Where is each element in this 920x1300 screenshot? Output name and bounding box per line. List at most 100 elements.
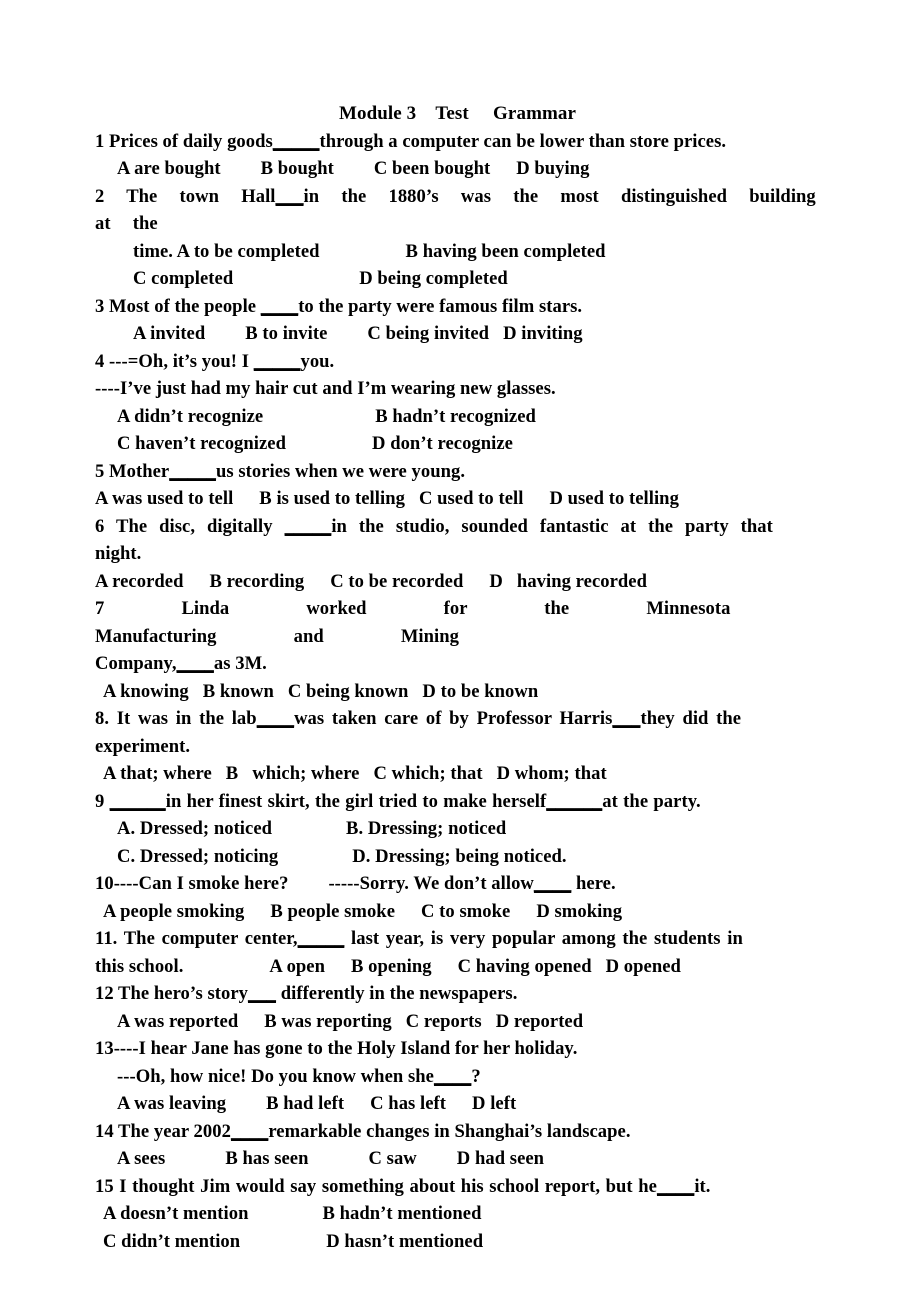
q9-option-d: D. Dressing; being noticed. bbox=[352, 845, 567, 867]
q11-stem-line2: this school. bbox=[95, 955, 184, 977]
q2-stem-line2: time. A to be completed bbox=[133, 240, 320, 262]
question-8-stem-line-2: experiment. bbox=[95, 735, 191, 757]
q14-blank: ____ bbox=[230, 1120, 269, 1142]
q3-option-b: B to invite bbox=[245, 323, 328, 344]
q5-option-b: B is used to telling bbox=[259, 488, 405, 509]
q1-stem-after: through a computer can be lower than sto… bbox=[319, 130, 727, 152]
question-15-options-line-2: C didn’t mention D hasn’t mentioned bbox=[95, 1228, 820, 1256]
q14-option-d: D had seen bbox=[456, 1148, 545, 1169]
question-4-options-line-2: C haven’t recognized D don’t recognize bbox=[95, 430, 820, 458]
q8-blank-2: ___ bbox=[612, 708, 641, 729]
question-7-options: A knowing B known C being known D to be kno… bbox=[95, 678, 820, 706]
q11-option-a: A open bbox=[269, 955, 326, 977]
q10-stem-before: 10----Can I smoke here? bbox=[95, 873, 289, 894]
q7-blank: ____ bbox=[176, 653, 214, 674]
question-13-options: A was leaving B had left C has left D left bbox=[95, 1090, 820, 1118]
q13-option-b: B had left bbox=[266, 1093, 345, 1114]
q13-blank: ____ bbox=[433, 1065, 472, 1087]
q8-stem-after: they did the bbox=[640, 708, 742, 729]
q1-option-b: B bought bbox=[260, 158, 334, 179]
question-9-options-line-1: A. Dressed; noticed B. Dressing; noticed bbox=[95, 815, 820, 843]
question-14-stem: 14 The year 2002____remarkable changes i… bbox=[95, 1118, 820, 1146]
q6-option-b: B recording bbox=[209, 570, 305, 592]
question-15-options-line-1: A doesn’t mention B hadn’t mentioned bbox=[95, 1200, 820, 1228]
q4-option-d: D don’t recognize bbox=[372, 433, 513, 454]
question-2-options-line-2: C completed D being completed bbox=[95, 265, 820, 293]
q9-option-c: C. Dressed; noticing bbox=[117, 845, 279, 867]
question-9-options-line-2: C. Dressed; noticing D. Dressing; being n… bbox=[95, 843, 820, 871]
q11-stem-before: 11. The computer center, bbox=[95, 928, 298, 949]
question-11-stem-line-2: this school. A open B opening C having open… bbox=[95, 953, 820, 981]
q7-option-a: A knowing bbox=[103, 680, 189, 702]
question-14-options: A sees B has seen C saw D had seen bbox=[95, 1145, 820, 1173]
question-1-stem: 1 Prices of daily goods_____through a co… bbox=[95, 128, 820, 156]
q3-stem-after: to the party were famous film stars. bbox=[298, 295, 583, 317]
q7-stem-before: Company, bbox=[95, 653, 177, 674]
q9-stem-before: 9 bbox=[95, 790, 110, 812]
question-3-options: A invited B to invite C being invited D inv… bbox=[95, 320, 820, 348]
q6-option-a: A recorded bbox=[95, 570, 184, 592]
q3-option-a: A invited bbox=[133, 323, 206, 344]
question-10-stem: 10----Can I smoke here? -----Sorry. We do… bbox=[95, 870, 820, 898]
q4-option-b: B hadn’t recognized bbox=[375, 405, 536, 427]
q15-option-b: B hadn’t mentioned bbox=[322, 1203, 482, 1224]
question-5-options: A was used to tell B is used to telling C … bbox=[95, 485, 820, 513]
q15-stem-after: it. bbox=[694, 1175, 711, 1197]
q1-option-a: A are bought bbox=[117, 158, 221, 179]
q1-blank: _____ bbox=[272, 130, 320, 152]
q5-blank: _____ bbox=[169, 460, 216, 482]
question-2-stem-line-2: time. A to be completed B having been com… bbox=[95, 238, 820, 266]
page-title: Module 3 Test Grammar bbox=[338, 103, 577, 124]
question-6-options: A recorded B recording C to be recorded D h… bbox=[95, 568, 820, 596]
q1-option-d: D buying bbox=[516, 158, 590, 179]
q4-blank: _____ bbox=[253, 350, 301, 372]
q13-option-d: D left bbox=[472, 1093, 517, 1114]
q13-option-c: C has left bbox=[370, 1093, 447, 1114]
q1-stem-before: 1 Prices of daily goods bbox=[95, 130, 273, 152]
question-4-stem-line-1: 4 ---=Oh, it’s you! I _____you. bbox=[95, 348, 820, 376]
q8-option-d: D whom; that bbox=[496, 763, 607, 784]
q4-stem-before: 4 ---=Oh, it’s you! I bbox=[95, 350, 254, 372]
q4-option-c: C haven’t recognized bbox=[117, 433, 287, 454]
q11-option-b: B opening bbox=[351, 955, 432, 977]
q12-option-a: A was reported bbox=[117, 1010, 239, 1032]
q13-stem-after: ? bbox=[471, 1065, 481, 1087]
q3-blank: ____ bbox=[260, 295, 299, 317]
question-13-stem-line-1: 13----I hear Jane has gone to the Holy I… bbox=[95, 1038, 578, 1059]
q3-stem-before: 3 Most of the people bbox=[95, 295, 261, 317]
q13-option-a: A was leaving bbox=[117, 1093, 227, 1114]
question-15-stem: 15 I thought Jim would say something abo… bbox=[95, 1173, 820, 1201]
q14-option-b: B has seen bbox=[225, 1148, 309, 1169]
q2-option-b: B having been completed bbox=[405, 240, 606, 262]
q15-blank: ____ bbox=[656, 1175, 695, 1197]
q14-option-a: A sees bbox=[117, 1148, 166, 1169]
q2-option-c: C completed bbox=[133, 268, 234, 289]
q8-option-b: B which; where bbox=[225, 763, 360, 784]
q6-stem-after: in the studio, sounded fantastic at the … bbox=[331, 515, 773, 537]
q9-option-a: A. Dressed; noticed bbox=[117, 818, 273, 839]
q2-blank: ___ bbox=[275, 185, 304, 207]
q7-option-b: B known bbox=[202, 680, 274, 702]
q3-option-c: C being invited bbox=[367, 323, 490, 344]
q12-blank: ___ bbox=[247, 983, 277, 1004]
question-12-stem: 12 The hero’s story___ differently in th… bbox=[95, 980, 820, 1008]
q5-stem-after: us stories when we were young. bbox=[215, 460, 466, 482]
q9-blank-2: ______ bbox=[546, 790, 603, 812]
q11-stem-after: last year, is very popular among the stu… bbox=[344, 928, 743, 949]
q10-option-c: C to smoke bbox=[421, 900, 511, 922]
q12-option-b: B was reporting bbox=[264, 1010, 392, 1032]
q11-option-d: D opened bbox=[605, 955, 681, 977]
question-9-stem: 9 ______in her finest skirt, the girl tr… bbox=[95, 788, 820, 816]
question-7-stem-line-1: 7 Linda worked for the Minnesota Manufac… bbox=[95, 598, 808, 647]
q12-stem-before: 12 The hero’s story bbox=[95, 983, 248, 1004]
q2-option-d: D being completed bbox=[359, 268, 508, 289]
question-11-stem-line-1: 11. The computer center,_____ last year,… bbox=[95, 925, 820, 953]
q5-option-d: D used to telling bbox=[549, 488, 679, 509]
q7-option-d: D to be known bbox=[422, 680, 539, 702]
q8-option-a: A that; where bbox=[103, 763, 212, 784]
q12-option-c: C reports bbox=[405, 1010, 482, 1032]
q8-blank-1: ____ bbox=[256, 708, 295, 729]
q10-option-b: B people smoke bbox=[270, 900, 395, 922]
q8-stem-mid: was taken care of by Professor Harris bbox=[294, 708, 613, 729]
question-4-stem-line-2: ----I’ve just had my hair cut and I’m we… bbox=[95, 378, 556, 399]
